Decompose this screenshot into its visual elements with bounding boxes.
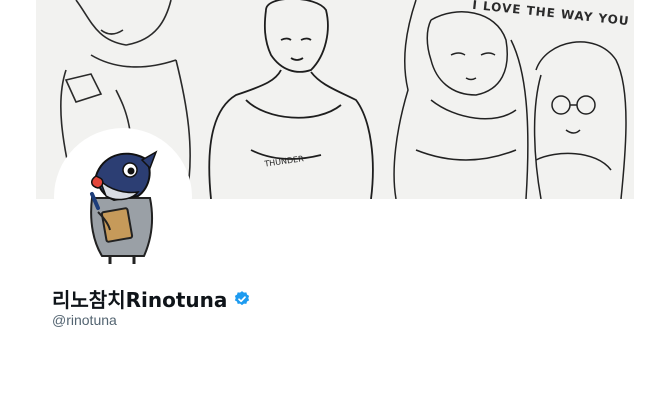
avatar[interactable] (54, 128, 192, 266)
tuna-mascot-icon (90, 150, 158, 264)
profile-name-row: 리노참치Rinotuna (52, 284, 251, 313)
verified-badge-icon[interactable] (233, 290, 251, 308)
display-name: 리노참치Rinotuna (52, 288, 228, 312)
profile-handle: @rinotuna (52, 312, 117, 328)
